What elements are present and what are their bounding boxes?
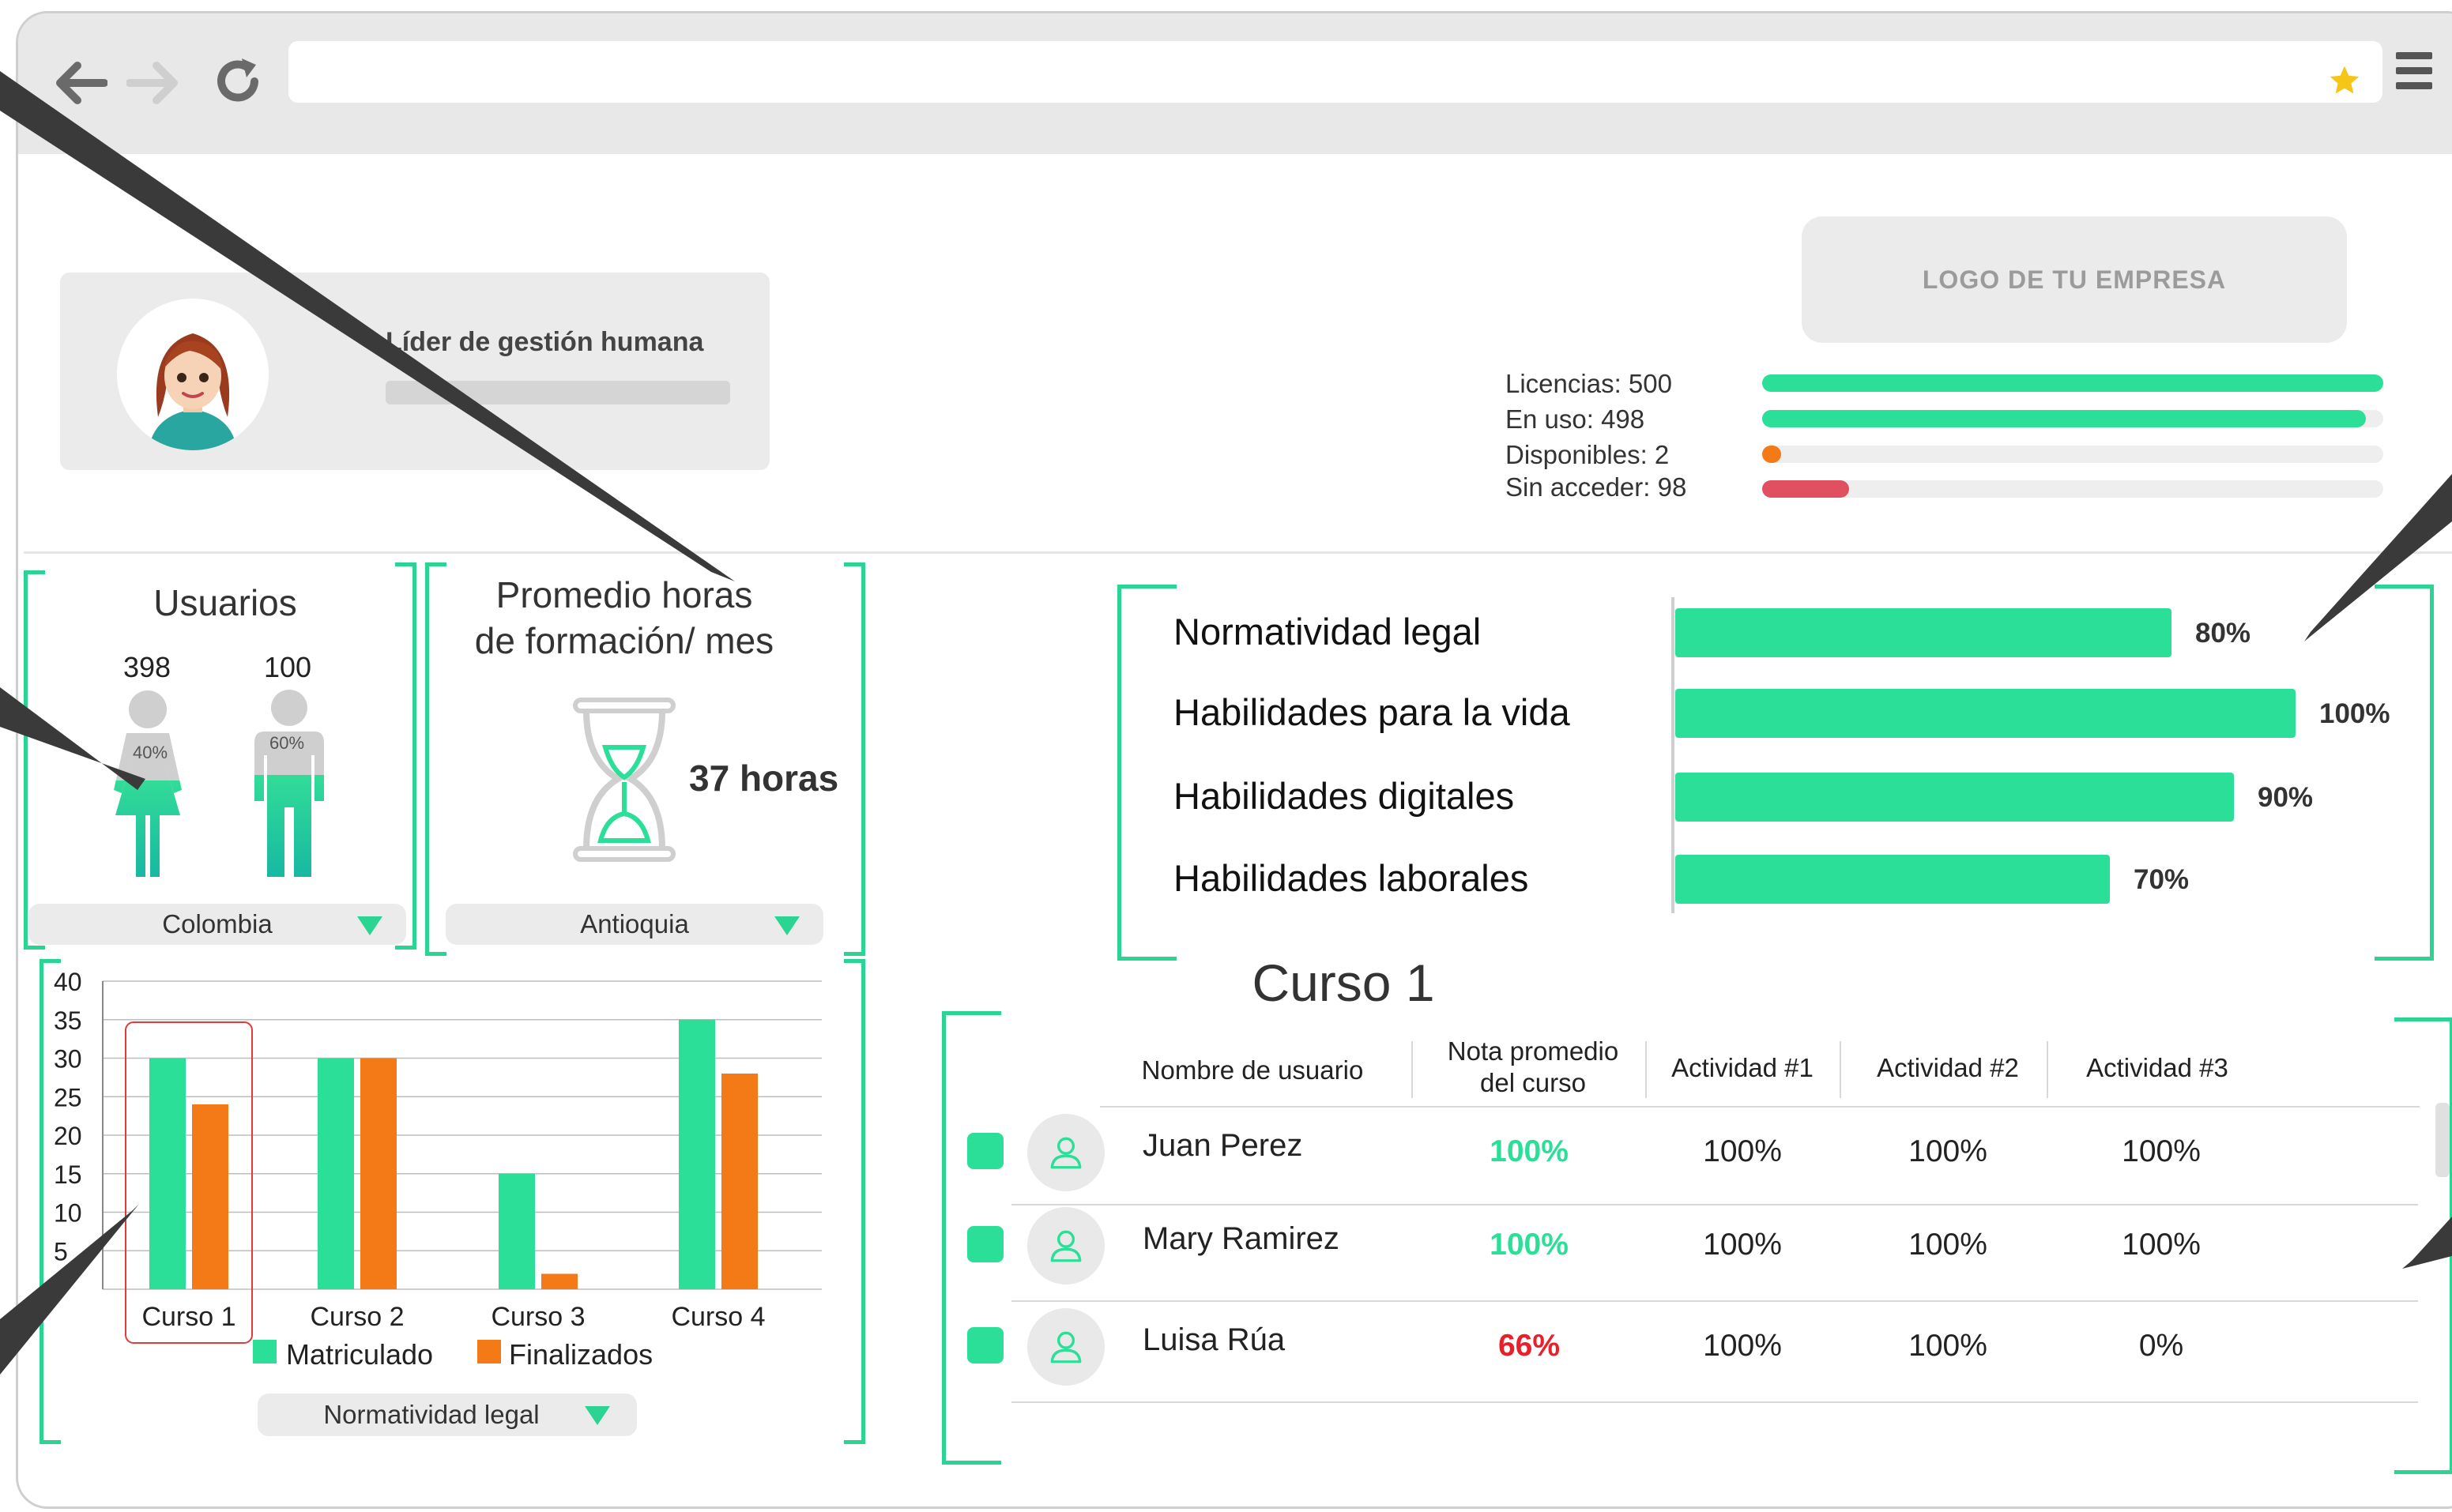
- callout-pointer: [2304, 474, 2452, 641]
- callout-pointer: [0, 71, 735, 581]
- callout-pointer: [2402, 1217, 2452, 1269]
- callout-pointer: [0, 687, 145, 790]
- callout-pointers: [0, 71, 2452, 1375]
- callout-pointer: [0, 1204, 139, 1375]
